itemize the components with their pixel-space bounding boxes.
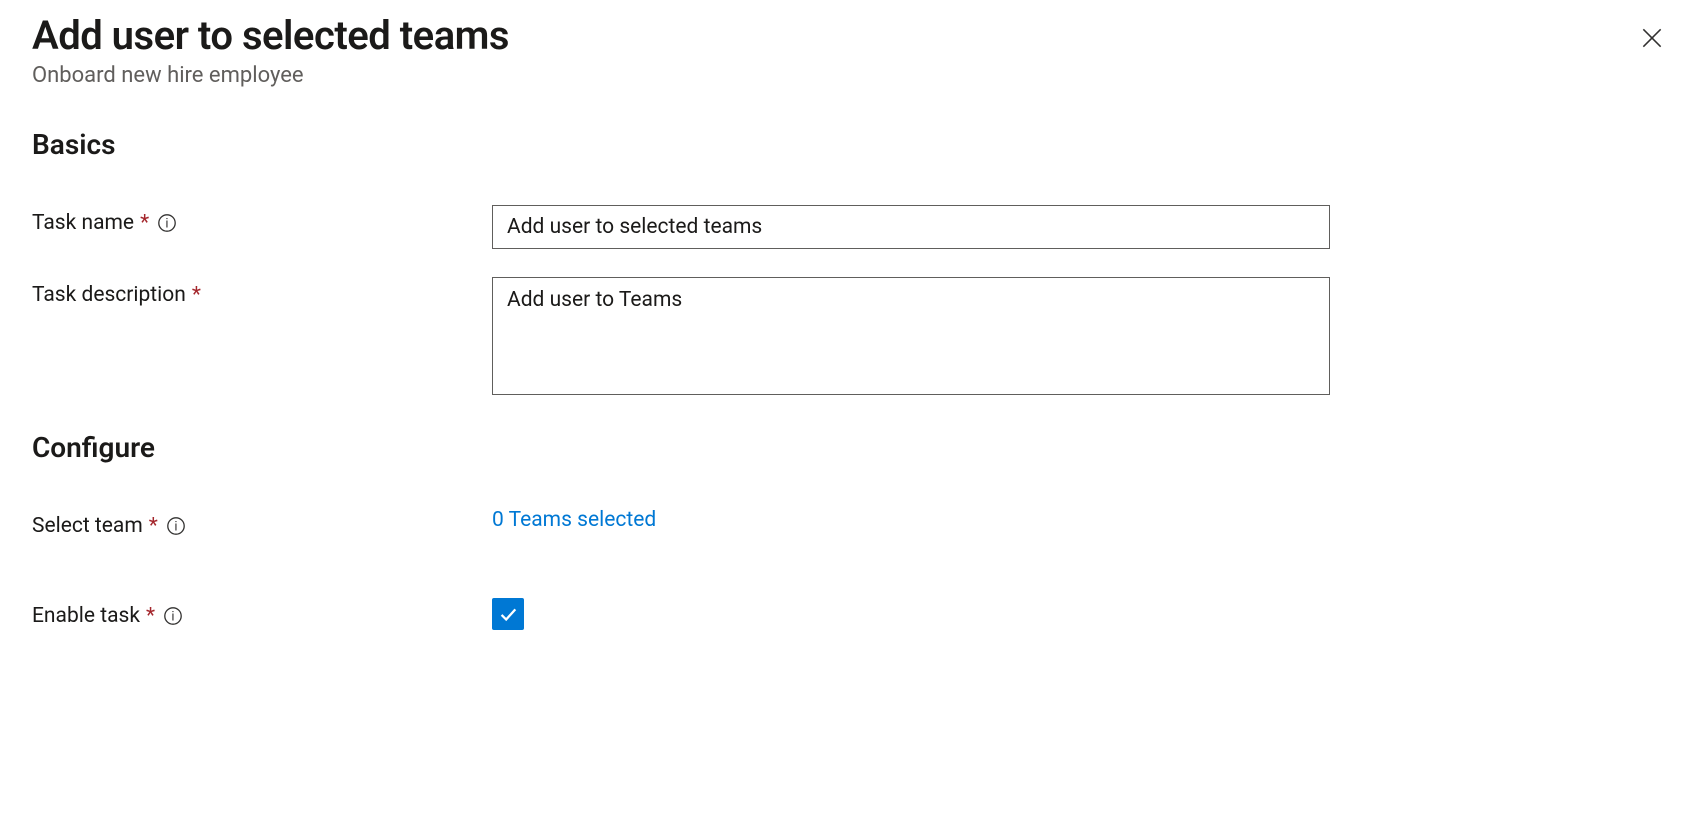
close-button[interactable] <box>1636 22 1668 54</box>
teams-selected-link[interactable]: 0 Teams selected <box>492 508 656 532</box>
section-basics-heading: Basics <box>32 128 1664 161</box>
task-config-panel: Add user to selected teams Onboard new h… <box>0 0 1696 690</box>
select-team-label: Select team * i <box>32 508 492 538</box>
required-marker: * <box>146 604 155 628</box>
task-name-label: Task name * i <box>32 205 492 235</box>
close-icon <box>1639 25 1665 51</box>
info-icon[interactable]: i <box>166 516 186 536</box>
enable-task-label-text: Enable task <box>32 604 140 628</box>
task-description-label: Task description * <box>32 277 492 307</box>
task-description-label-text: Task description <box>32 283 186 307</box>
task-description-row: Task description * <box>32 277 1664 399</box>
select-team-row: Select team * i 0 Teams selected <box>32 508 1664 538</box>
select-team-label-text: Select team <box>32 514 143 538</box>
info-icon[interactable]: i <box>163 606 183 626</box>
task-name-input[interactable] <box>492 205 1330 249</box>
required-marker: * <box>192 283 201 307</box>
svg-text:i: i <box>166 216 169 231</box>
enable-task-row: Enable task * i <box>32 598 1664 630</box>
check-icon <box>497 603 519 625</box>
info-icon[interactable]: i <box>157 213 177 233</box>
enable-task-checkbox[interactable] <box>492 598 524 630</box>
svg-text:i: i <box>172 609 175 624</box>
required-marker: * <box>149 514 158 538</box>
task-name-label-text: Task name <box>32 211 134 235</box>
svg-text:i: i <box>174 519 177 534</box>
required-marker: * <box>140 211 149 235</box>
enable-task-label: Enable task * i <box>32 598 492 628</box>
page-title: Add user to selected teams <box>32 12 1664 59</box>
task-description-textarea[interactable] <box>492 277 1330 395</box>
task-name-row: Task name * i <box>32 205 1664 249</box>
page-subtitle: Onboard new hire employee <box>32 63 1664 88</box>
section-configure-heading: Configure <box>32 431 1664 464</box>
